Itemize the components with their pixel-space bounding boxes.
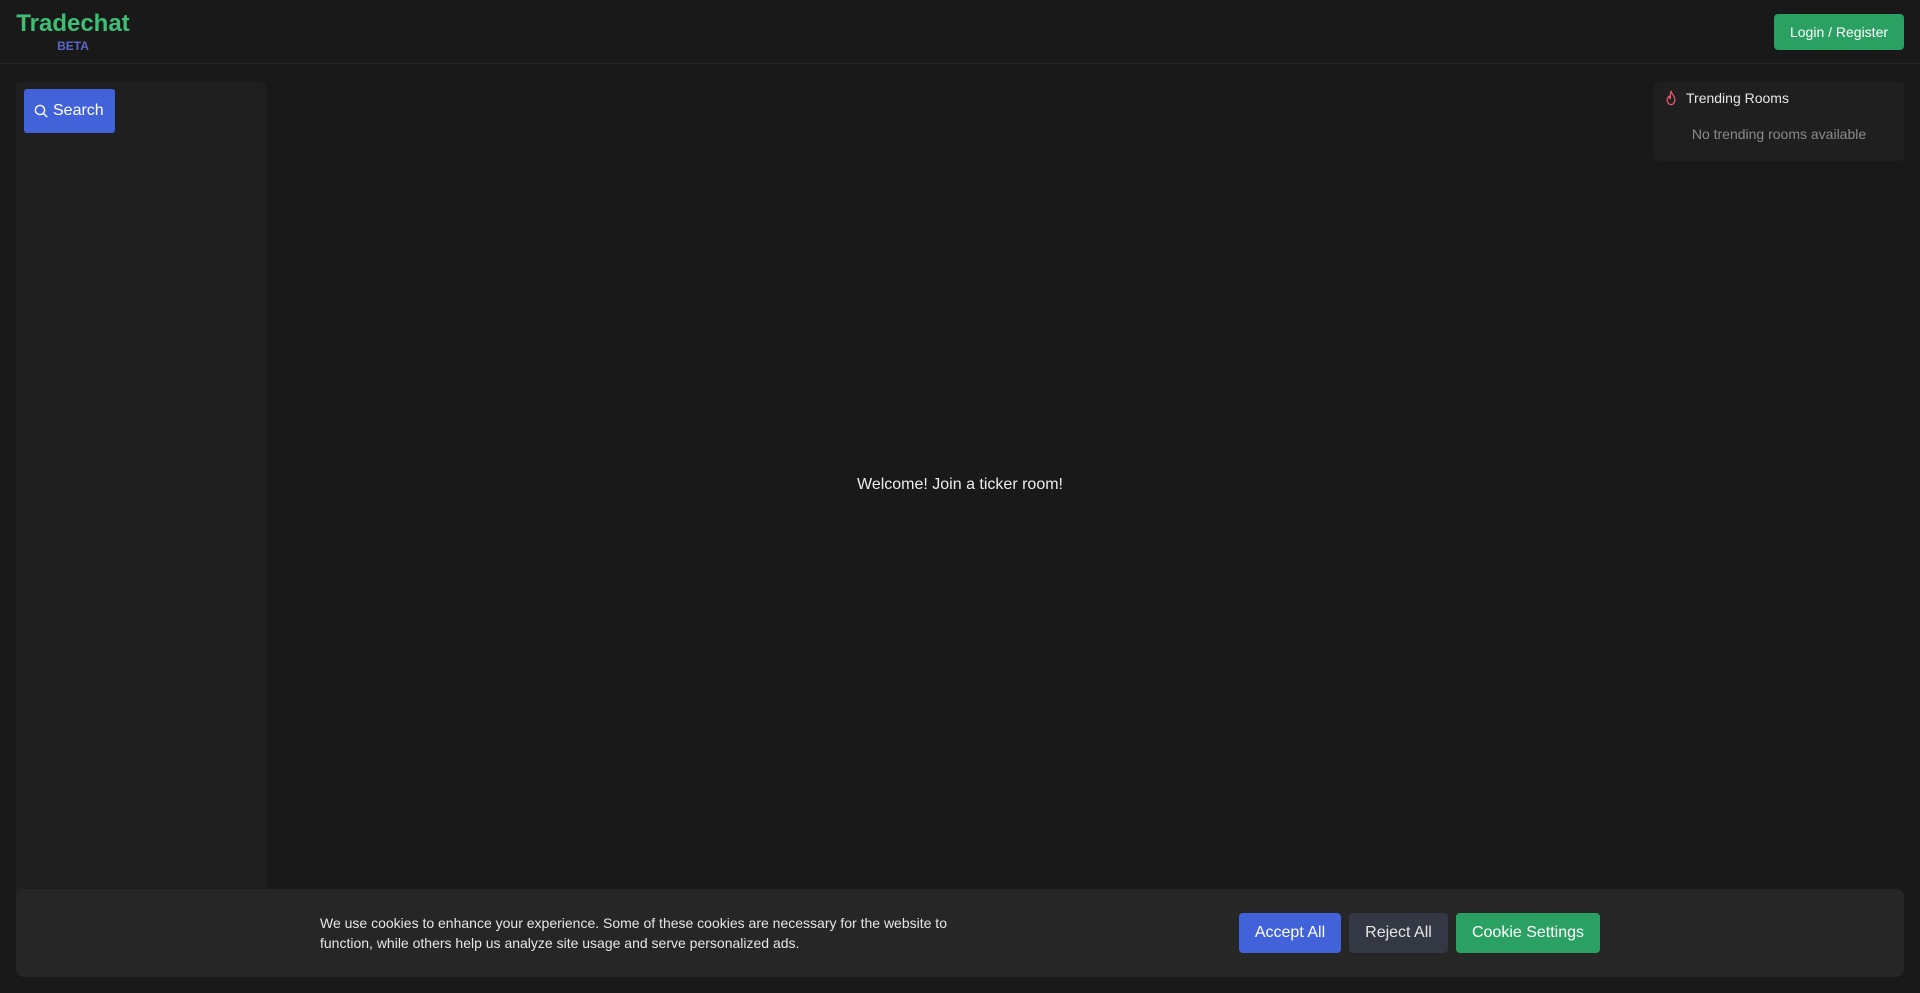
brand-title: Tradechat: [16, 10, 130, 37]
reject-all-button[interactable]: Reject All: [1349, 913, 1448, 953]
top-header: Tradechat BETA Login / Register: [0, 0, 1920, 64]
accept-all-button[interactable]: Accept All: [1239, 913, 1341, 953]
trending-empty-message: No trending rooms available: [1691, 126, 1867, 142]
search-icon: [34, 104, 48, 118]
login-register-button[interactable]: Login / Register: [1774, 14, 1904, 50]
beta-badge: BETA: [57, 39, 89, 53]
search-button[interactable]: Search: [24, 89, 115, 133]
cookie-settings-button[interactable]: Cookie Settings: [1456, 913, 1600, 953]
trending-rooms-header: Trending Rooms: [1664, 90, 1789, 106]
trending-rooms-panel: Trending Rooms No trending rooms availab…: [1654, 82, 1904, 161]
flame-icon: [1664, 90, 1678, 106]
sidebar: Search: [16, 82, 266, 902]
search-button-label: Search: [53, 102, 104, 119]
cookie-message: We use cookies to enhance your experienc…: [320, 915, 947, 951]
trending-rooms-title: Trending Rooms: [1686, 90, 1789, 106]
brand-logo[interactable]: Tradechat BETA: [16, 10, 130, 53]
cookie-consent-banner: We use cookies to enhance your experienc…: [16, 889, 1904, 977]
welcome-message: Welcome! Join a ticker room!: [857, 476, 1063, 493]
